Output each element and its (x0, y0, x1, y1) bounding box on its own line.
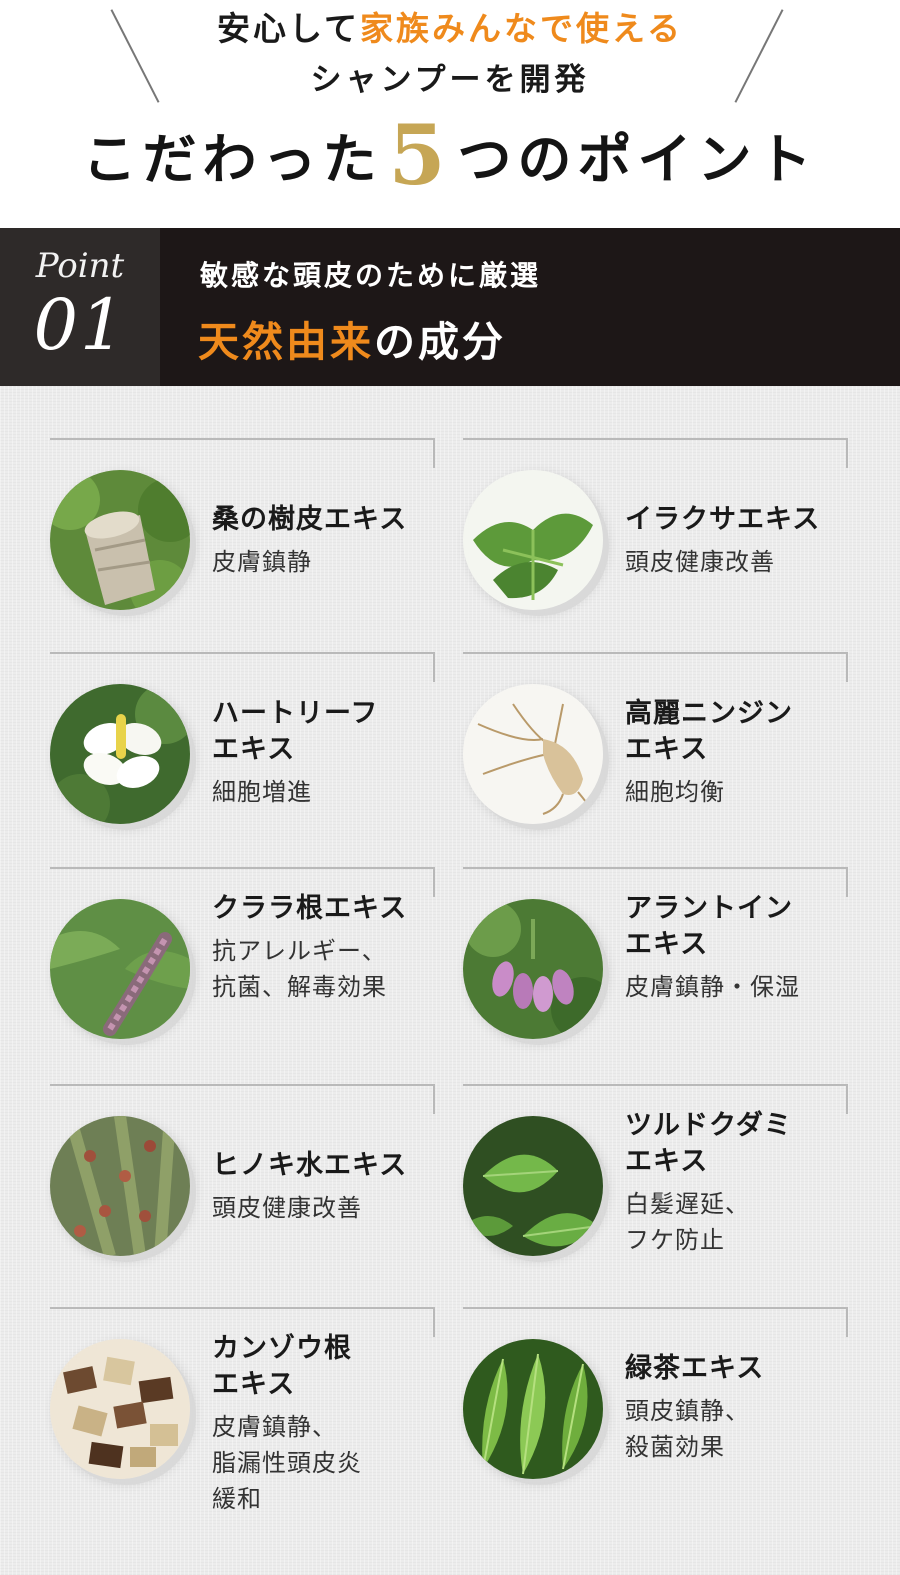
point-subtitle: 敏感な頭皮のために厳選 (200, 259, 542, 292)
ingredient-name: 緑茶エキス (625, 1353, 765, 1384)
title-post: つのポイント (457, 127, 818, 191)
ingredient-name: アラントイン エキス (625, 893, 793, 960)
card-text: ツルドクダミ エキス 白髪遅延、 フケ防止 (625, 1108, 855, 1258)
ingredient-name: イラクサエキス (625, 504, 821, 535)
ingredient-grid: 桑の樹皮エキス 皮膚鎮静 イラクサエキス 頭皮健康改善 ハートリーフ エキス 細… (0, 386, 900, 1575)
ingredient-name: ツルドクダミ エキス (625, 1110, 792, 1177)
card-text: アラントイン エキス 皮膚鎮静・保湿 (625, 891, 855, 1005)
nettle-icon (463, 470, 603, 610)
card-text: クララ根エキス 抗アレルギー、 抗菌、解毒効果 (212, 891, 442, 1005)
card-frame (50, 438, 435, 468)
point-tag: Point 01 (0, 228, 160, 386)
licorice-root-icon (50, 1339, 190, 1479)
ginseng-root-icon (463, 684, 603, 824)
point-title-post: の成分 (374, 318, 506, 366)
ingredient-effect: 皮膚鎮静、 脂漏性頭皮炎 緩和 (212, 1413, 362, 1513)
card-frame (463, 652, 848, 682)
page-title: こだわった5 つのポイント (0, 108, 900, 204)
ingredient-effect: 細胞増進 (212, 778, 312, 806)
point-title-accent: 天然由来 (198, 318, 374, 366)
title-pre: こだわった (82, 127, 383, 191)
point-number: 01 (33, 284, 127, 366)
ingredient-name: 桑の樹皮エキス (212, 504, 408, 535)
mulberry-bark-icon (50, 470, 190, 610)
ingredient-name: ヒノキ水エキス (212, 1150, 408, 1181)
comfrey-flower-icon (463, 899, 603, 1039)
lead-line-1: 安心して家族みんなで使える (0, 2, 900, 50)
card-frame (50, 652, 435, 682)
ingredient-name: 高麗ニンジン エキス (625, 698, 793, 765)
ingredient-effect: 頭皮健康改善 (625, 548, 775, 576)
point-label: Point (35, 246, 125, 286)
fallopia-leaf-icon (463, 1116, 603, 1256)
card-frame (463, 1307, 848, 1337)
ingredient-effect: 細胞均衡 (625, 778, 725, 806)
card-text: イラクサエキス 頭皮健康改善 (625, 502, 855, 580)
green-tea-leaf-icon (463, 1339, 603, 1479)
hinoki-branch-icon (50, 1116, 190, 1256)
sophora-flower-icon (50, 899, 190, 1039)
card-text: カンゾウ根 エキス 皮膚鎮静、 脂漏性頭皮炎 緩和 (212, 1331, 442, 1517)
card-text: ハートリーフ エキス 細胞増進 (212, 696, 442, 810)
ingredient-name: ハートリーフ エキス (212, 698, 379, 765)
header: 安心して家族みんなで使える シャンプーを開発 こだわった5 つのポイント (0, 0, 900, 228)
heartleaf-flower-icon (50, 684, 190, 824)
lead-line-1-text: 安心して (216, 9, 360, 48)
card-frame (463, 438, 848, 468)
ingredient-effect: 白髪遅延、 フケ防止 (625, 1190, 750, 1254)
title-number: 5 (388, 108, 452, 204)
ingredient-effect: 皮膚鎮静 (212, 548, 312, 576)
card-text: ヒノキ水エキス 頭皮健康改善 (212, 1148, 442, 1226)
lead-line-2: シャンプーを開発 (310, 62, 590, 98)
card-text: 高麗ニンジン エキス 細胞均衡 (625, 696, 855, 810)
ingredient-name: クララ根エキス (212, 893, 408, 924)
card-text: 緑茶エキス 頭皮鎮静、 殺菌効果 (625, 1351, 855, 1465)
card-frame (50, 1084, 435, 1114)
card-text: 桑の樹皮エキス 皮膚鎮静 (212, 502, 442, 580)
ingredient-effect: 頭皮鎮静、 殺菌効果 (625, 1397, 750, 1461)
ingredient-effect: 頭皮健康改善 (212, 1194, 362, 1222)
ingredient-effect: 皮膚鎮静・保湿 (625, 973, 800, 1001)
ingredient-name: カンゾウ根 エキス (212, 1333, 352, 1400)
point-title: 天然由来の成分 (198, 308, 506, 368)
lead-line-1-accent: 家族みんなで使える (360, 9, 684, 48)
ingredient-effect: 抗アレルギー、 抗菌、解毒効果 (212, 937, 387, 1001)
